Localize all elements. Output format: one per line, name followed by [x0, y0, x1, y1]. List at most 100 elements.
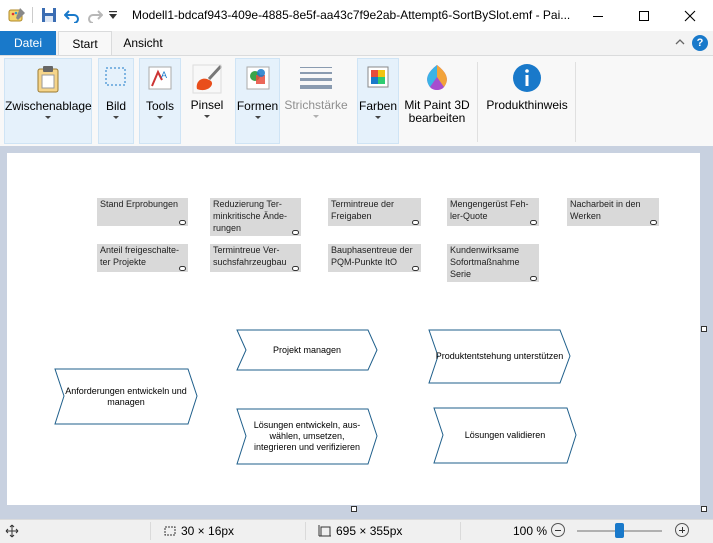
tools-dropdown-icon: [157, 116, 163, 119]
product-alert-label: Produkthinweis: [486, 98, 568, 112]
process-label: Produktentstehung unterstützen: [435, 351, 564, 361]
resize-handle-corner[interactable]: [701, 506, 707, 512]
zoom-in-button[interactable]: [675, 523, 689, 537]
link-marker-icon: [650, 220, 657, 225]
brush-button[interactable]: Pinsel: [186, 58, 228, 144]
status-bar: 30 × 16px 695 × 355px 100 %: [0, 519, 713, 543]
process-label: Lösungen validieren: [464, 430, 546, 440]
brush-label: Pinsel: [190, 98, 224, 112]
help-icon[interactable]: ?: [692, 35, 708, 51]
ribbon-tabs: Datei Start Ansicht ?: [0, 31, 713, 57]
zoom-out-button[interactable]: [551, 523, 565, 537]
kpi-box: Termintreue Ver-suchsfahrzeugbau: [210, 244, 301, 272]
kpi-box: Anteil freigeschalte-ter Projekte: [97, 244, 188, 272]
zoom-level: 100 %: [513, 524, 548, 538]
process-label: Lösungen entwickeln, aus-wählen, umsetze…: [253, 420, 361, 452]
stroke-width-dropdown-icon: [313, 115, 319, 118]
process-chevron: Anforderungen entwickeln und managen: [54, 368, 198, 425]
paint-app-icon[interactable]: [8, 6, 26, 24]
customize-dropdown-icon[interactable]: [107, 6, 119, 24]
image-group-button[interactable]: Bild: [98, 58, 134, 144]
save-icon[interactable]: [40, 6, 58, 24]
ribbon: Zwischenablage Bild A Tools Pinsel Forme…: [0, 55, 713, 147]
title-bar: Modell1-bdcaf943-409e-4885-8e5f-aa43c7f9…: [0, 0, 713, 31]
link-marker-icon: [530, 276, 537, 281]
kpi-box: Stand Erprobungen: [97, 198, 188, 226]
shapes-dropdown-icon: [254, 116, 261, 119]
workspace: Stand Erprobungen Reduzierung Ter-minkri…: [0, 146, 713, 519]
resize-handle-right[interactable]: [701, 326, 707, 332]
colors-label: Farben: [358, 99, 398, 113]
selection-size-icon: [163, 524, 177, 541]
tools-group-button[interactable]: A Tools: [139, 58, 181, 144]
clipboard-dropdown-icon: [45, 116, 51, 119]
shapes-group-button[interactable]: Formen: [235, 58, 280, 144]
kpi-box: Reduzierung Ter-minkritische Ände-rungen: [210, 198, 301, 236]
image-dropdown-icon: [113, 116, 119, 119]
process-chevron: Lösungen entwickeln, aus-wählen, umsetze…: [236, 408, 378, 465]
zoom-slider-thumb[interactable]: [615, 523, 624, 538]
tools-label: Tools: [145, 99, 174, 113]
brush-dropdown-icon: [204, 115, 210, 118]
brush-icon: [191, 63, 223, 98]
select-image-icon: [103, 64, 129, 93]
collapse-ribbon-icon[interactable]: [674, 36, 686, 51]
image-label: Bild: [105, 99, 126, 113]
kpi-box: Termintreue der Freigaben: [328, 198, 421, 226]
clipboard-icon: [34, 64, 62, 97]
paint3d-label-line2: bearbeiten: [408, 111, 466, 125]
selection-size: 30 × 16px: [181, 524, 235, 538]
cursor-position-icon: [5, 524, 19, 541]
close-icon: [684, 10, 696, 21]
link-marker-icon: [292, 230, 299, 235]
process-chevron: Produktentstehung unterstützen: [428, 329, 571, 384]
colors-group-button[interactable]: Farben: [357, 58, 399, 144]
title-divider: [32, 7, 33, 23]
kpi-box: Kundenwirksame Sofortmaßnahme Serie: [447, 244, 539, 282]
process-chevron: Lösungen validieren: [433, 407, 577, 464]
link-marker-icon: [412, 266, 419, 271]
ribbon-separator: [477, 62, 478, 142]
clipboard-label: Zwischenablage: [5, 99, 92, 113]
link-marker-icon: [412, 220, 419, 225]
resize-handle-bottom[interactable]: [351, 506, 357, 512]
minus-icon: [555, 530, 561, 531]
edit-with-paint3d-button[interactable]: Mit Paint 3D bearbeiten: [401, 58, 473, 144]
ribbon-separator-end: [575, 62, 576, 142]
info-icon: [512, 63, 542, 96]
tab-home[interactable]: Start: [58, 31, 112, 57]
link-marker-icon: [179, 220, 186, 225]
window-title: Modell1-bdcaf943-409e-4885-8e5f-aa43c7f9…: [132, 8, 571, 22]
kpi-box: Nacharbeit in den Werken: [567, 198, 659, 226]
minimize-icon: [593, 15, 603, 17]
image-canvas[interactable]: Stand Erprobungen Reduzierung Ter-minkri…: [7, 153, 700, 505]
status-divider: [150, 522, 151, 540]
shapes-icon: [244, 64, 272, 95]
plus-icon-v: [682, 527, 683, 533]
close-button[interactable]: [667, 0, 713, 31]
image-size: 695 × 355px: [336, 524, 403, 538]
status-divider: [305, 522, 306, 540]
clipboard-group-button[interactable]: Zwischenablage: [4, 58, 92, 144]
redo-icon[interactable]: [86, 6, 104, 24]
link-marker-icon: [530, 220, 537, 225]
image-size-icon: [318, 524, 332, 541]
process-label: Projekt managen: [272, 344, 342, 355]
kpi-box: Bauphasentreue der PQM-Punkte ItO: [328, 244, 421, 272]
minimize-button[interactable]: [575, 0, 621, 31]
maximize-icon: [639, 10, 649, 21]
stroke-width-label: Strichstärke: [284, 98, 348, 112]
shapes-label: Formen: [236, 99, 279, 113]
colors-icon: [365, 64, 391, 93]
svg-text:A: A: [161, 70, 167, 80]
stroke-width-icon: [299, 63, 333, 96]
maximize-button[interactable]: [621, 0, 667, 31]
stroke-width-button: Strichstärke: [283, 58, 349, 144]
undo-icon[interactable]: [63, 6, 81, 24]
link-marker-icon: [179, 266, 186, 271]
product-alert-button[interactable]: Produkthinweis: [481, 58, 573, 144]
tab-file[interactable]: Datei: [0, 31, 56, 55]
tab-view[interactable]: Ansicht: [114, 31, 172, 55]
process-chevron: Projekt managen: [236, 329, 378, 371]
paint3d-icon: [422, 63, 452, 98]
